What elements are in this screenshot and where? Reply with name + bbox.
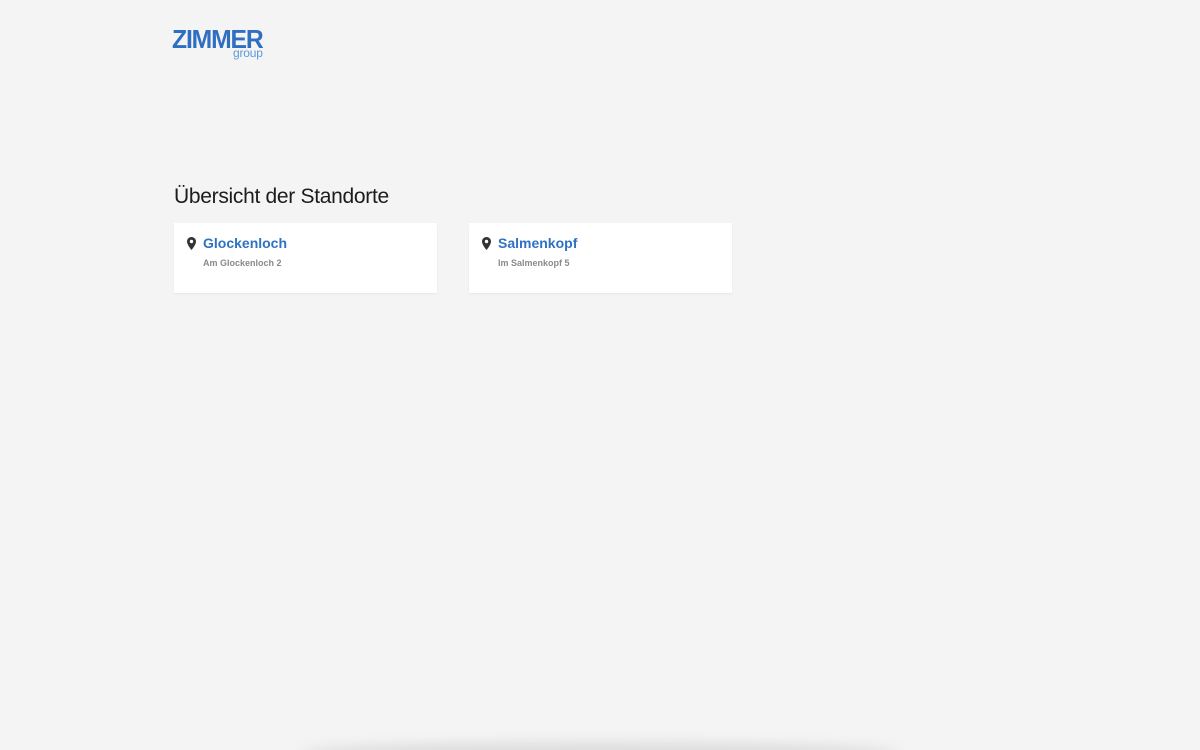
page-title: Übersicht der Standorte: [174, 185, 389, 208]
location-address: Am Glockenloch 2: [203, 258, 282, 268]
location-list: Glockenloch Am Glockenloch 2 Salmenkopf …: [174, 223, 732, 293]
bottom-overlay-shadow: [300, 742, 900, 750]
location-name[interactable]: Glockenloch: [203, 235, 287, 252]
location-name[interactable]: Salmenkopf: [498, 235, 577, 252]
map-pin-icon: [187, 237, 196, 250]
logo-subtitle: group: [233, 46, 263, 60]
location-address: Im Salmenkopf 5: [498, 258, 570, 268]
map-pin-icon: [482, 237, 491, 250]
zimmer-group-logo[interactable]: ZIMMER group: [172, 26, 272, 62]
location-card-glockenloch[interactable]: Glockenloch Am Glockenloch 2: [174, 223, 437, 293]
location-card-salmenkopf[interactable]: Salmenkopf Im Salmenkopf 5: [469, 223, 732, 293]
page: ZIMMER group Übersicht der Standorte Glo…: [0, 0, 1200, 750]
